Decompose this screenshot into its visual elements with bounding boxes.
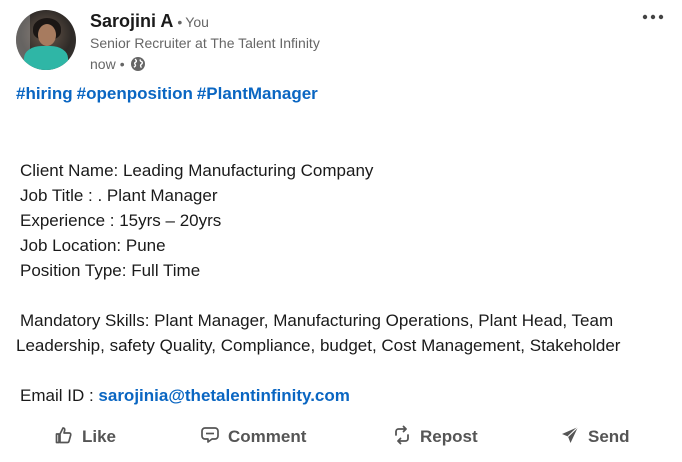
hashtag-link[interactable]: #hiring	[16, 84, 73, 103]
post-header: Sarojini A • You Senior Recruiter at The T…	[16, 9, 656, 72]
time-text: now	[90, 56, 116, 72]
post-timestamp: now •	[90, 53, 610, 75]
repost-label: Repost	[420, 427, 478, 446]
hashtag-link[interactable]: #openposition	[77, 84, 193, 103]
like-label: Like	[82, 427, 117, 446]
skills-text: Mandatory Skills: Plant Manager, Manufac…	[16, 311, 621, 355]
like-button[interactable]: Like	[54, 418, 116, 456]
hashtag-link[interactable]: #PlantManager	[197, 84, 318, 103]
comment-icon	[200, 425, 228, 450]
hashtag-list: #hiring #openposition #PlantManager	[16, 84, 322, 104]
relation-badge: You	[185, 14, 209, 30]
position-type-line: Position Type: Full Time	[20, 261, 201, 280]
client-name-line: Client Name: Leading Manufacturing Compa…	[20, 161, 374, 180]
author-name[interactable]: Sarojini A	[90, 11, 173, 31]
globe-icon	[130, 56, 146, 72]
email-link[interactable]: sarojinia@thetalentinfinity.com	[98, 386, 349, 405]
more-horizontal-icon[interactable]	[640, 8, 666, 26]
thumbs-up-icon	[54, 425, 82, 450]
post-body: Client Name: Leading Manufacturing Compa…	[16, 158, 666, 408]
social-action-bar: Like Comment Repost Send	[0, 418, 682, 456]
email-line: Email ID : sarojinia@thetalentinfinity.c…	[16, 383, 666, 408]
author-headline: Senior Recruiter at The Talent Infinity	[90, 35, 320, 51]
job-title-line: Job Title : . Plant Manager	[20, 186, 218, 205]
experience-line: Experience : 15yrs – 20yrs	[20, 211, 222, 230]
send-icon	[560, 425, 588, 450]
repost-button[interactable]: Repost	[392, 418, 478, 456]
time-separator: •	[119, 56, 125, 72]
job-location-line: Job Location: Pune	[20, 236, 166, 255]
repost-icon	[392, 425, 420, 450]
send-button[interactable]: Send	[560, 418, 630, 456]
send-label: Send	[588, 427, 630, 446]
avatar[interactable]	[16, 10, 76, 70]
feed-post: Sarojini A • You Senior Recruiter at The T…	[0, 0, 682, 462]
comment-button[interactable]: Comment	[200, 418, 306, 456]
comment-label: Comment	[228, 427, 307, 446]
relation-separator: •	[177, 14, 183, 30]
author-meta: Sarojini A • You Senior Recruiter at The T…	[90, 9, 610, 75]
email-label: Email ID :	[20, 386, 99, 405]
